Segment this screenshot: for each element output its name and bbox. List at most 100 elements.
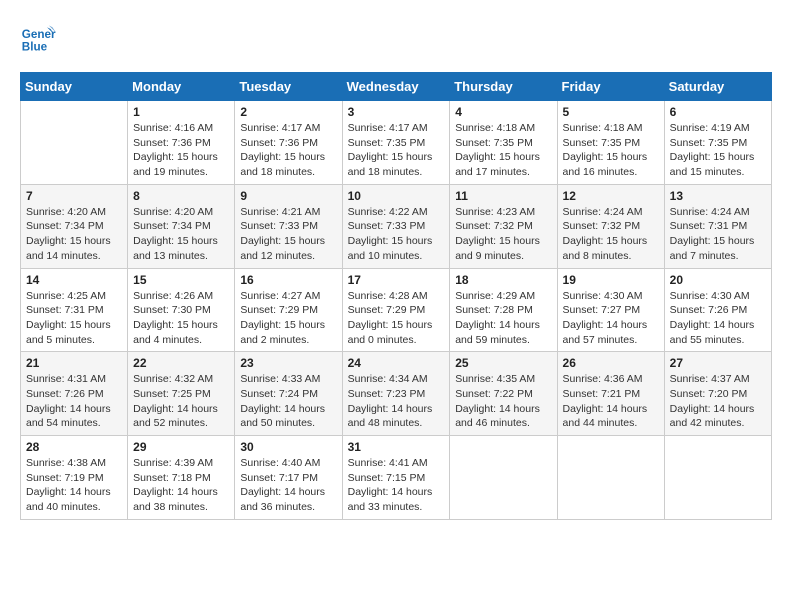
day-number: 7 [26,189,122,203]
calendar-cell: 26 Sunrise: 4:36 AM Sunset: 7:21 PM Dayli… [557,352,664,436]
day-info: Sunrise: 4:17 AM Sunset: 7:36 PM Dayligh… [240,121,336,180]
calendar-cell: 12Sunrise: 4:24 AM Sunset: 7:32 PM Dayli… [557,184,664,268]
logo-icon: General Blue [20,20,56,56]
day-number: 9 [240,189,336,203]
calendar-week-1: 1 Sunrise: 4:16 AM Sunset: 7:36 PM Daylig… [21,101,772,185]
calendar-cell: 24Sunrise: 4:34 AM Sunset: 7:23 PM Dayli… [342,352,450,436]
day-number: 8 [133,189,229,203]
day-number: 27 [670,356,766,370]
calendar-cell: 2 Sunrise: 4:17 AM Sunset: 7:36 PM Daylig… [235,101,342,185]
calendar-cell: 4 Sunrise: 4:18 AM Sunset: 7:35 PM Daylig… [450,101,557,185]
day-info: Sunrise: 4:40 AM Sunset: 7:17 PM Dayligh… [240,456,336,515]
day-info: Sunrise: 4:29 AM Sunset: 7:28 PM Dayligh… [455,289,551,348]
day-info: Sunrise: 4:32 AM Sunset: 7:25 PM Dayligh… [133,372,229,431]
day-info: Sunrise: 4:17 AM Sunset: 7:35 PM Dayligh… [348,121,445,180]
day-number: 30 [240,440,336,454]
day-info: Sunrise: 4:39 AM Sunset: 7:18 PM Dayligh… [133,456,229,515]
calendar-week-2: 7 Sunrise: 4:20 AM Sunset: 7:34 PM Daylig… [21,184,772,268]
day-info: Sunrise: 4:22 AM Sunset: 7:33 PM Dayligh… [348,205,445,264]
day-info: Sunrise: 4:38 AM Sunset: 7:19 PM Dayligh… [26,456,122,515]
calendar-header-saturday: Saturday [664,73,771,101]
calendar-cell: 27 Sunrise: 4:37 AM Sunset: 7:20 PM Dayli… [664,352,771,436]
day-info: Sunrise: 4:24 AM Sunset: 7:32 PM Dayligh… [563,205,659,264]
day-number: 20 [670,273,766,287]
day-info: Sunrise: 4:31 AM Sunset: 7:26 PM Dayligh… [26,372,122,431]
calendar-cell: 19Sunrise: 4:30 AM Sunset: 7:27 PM Dayli… [557,268,664,352]
calendar-cell: 9 Sunrise: 4:21 AM Sunset: 7:33 PM Daylig… [235,184,342,268]
day-number: 4 [455,105,551,119]
logo: General Blue [20,20,60,56]
calendar-cell: 21 Sunrise: 4:31 AM Sunset: 7:26 PM Dayli… [21,352,128,436]
calendar-cell: 5 Sunrise: 4:18 AM Sunset: 7:35 PM Daylig… [557,101,664,185]
calendar-cell: 11 Sunrise: 4:23 AM Sunset: 7:32 PM Dayli… [450,184,557,268]
day-number: 29 [133,440,229,454]
day-number: 11 [455,189,551,203]
calendar-cell: 15 Sunrise: 4:26 AM Sunset: 7:30 PM Dayli… [128,268,235,352]
calendar-week-5: 28 Sunrise: 4:38 AM Sunset: 7:19 PM Dayli… [21,436,772,520]
calendar-header-monday: Monday [128,73,235,101]
day-info: Sunrise: 4:21 AM Sunset: 7:33 PM Dayligh… [240,205,336,264]
day-info: Sunrise: 4:19 AM Sunset: 7:35 PM Dayligh… [670,121,766,180]
day-info: Sunrise: 4:30 AM Sunset: 7:27 PM Dayligh… [563,289,659,348]
calendar-cell [21,101,128,185]
calendar-table: SundayMondayTuesdayWednesdayThursdayFrid… [20,72,772,520]
day-number: 28 [26,440,122,454]
calendar-header-wednesday: Wednesday [342,73,450,101]
day-info: Sunrise: 4:28 AM Sunset: 7:29 PM Dayligh… [348,289,445,348]
calendar-cell: 29 Sunrise: 4:39 AM Sunset: 7:18 PM Dayli… [128,436,235,520]
day-number: 18 [455,273,551,287]
day-number: 24 [348,356,445,370]
calendar-cell: 8 Sunrise: 4:20 AM Sunset: 7:34 PM Daylig… [128,184,235,268]
day-number: 5 [563,105,659,119]
day-number: 10 [348,189,445,203]
calendar-header-thursday: Thursday [450,73,557,101]
page-header: General Blue [20,20,772,56]
day-number: 1 [133,105,229,119]
day-number: 17 [348,273,445,287]
day-number: 31 [348,440,445,454]
calendar-cell: 16Sunrise: 4:27 AM Sunset: 7:29 PM Dayli… [235,268,342,352]
calendar-cell: 3 Sunrise: 4:17 AM Sunset: 7:35 PM Daylig… [342,101,450,185]
calendar-week-3: 14 Sunrise: 4:25 AM Sunset: 7:31 PM Dayli… [21,268,772,352]
day-number: 6 [670,105,766,119]
day-info: Sunrise: 4:20 AM Sunset: 7:34 PM Dayligh… [133,205,229,264]
calendar-header-tuesday: Tuesday [235,73,342,101]
day-number: 26 [563,356,659,370]
day-info: Sunrise: 4:37 AM Sunset: 7:20 PM Dayligh… [670,372,766,431]
calendar-cell [557,436,664,520]
day-info: Sunrise: 4:26 AM Sunset: 7:30 PM Dayligh… [133,289,229,348]
svg-text:Blue: Blue [22,41,48,54]
day-number: 2 [240,105,336,119]
day-info: Sunrise: 4:25 AM Sunset: 7:31 PM Dayligh… [26,289,122,348]
day-info: Sunrise: 4:16 AM Sunset: 7:36 PM Dayligh… [133,121,229,180]
day-info: Sunrise: 4:18 AM Sunset: 7:35 PM Dayligh… [455,121,551,180]
day-number: 16 [240,273,336,287]
day-number: 15 [133,273,229,287]
calendar-cell: 22 Sunrise: 4:32 AM Sunset: 7:25 PM Dayli… [128,352,235,436]
calendar-cell: 6 Sunrise: 4:19 AM Sunset: 7:35 PM Daylig… [664,101,771,185]
calendar-header-sunday: Sunday [21,73,128,101]
day-number: 22 [133,356,229,370]
day-info: Sunrise: 4:33 AM Sunset: 7:24 PM Dayligh… [240,372,336,431]
day-number: 21 [26,356,122,370]
day-info: Sunrise: 4:41 AM Sunset: 7:15 PM Dayligh… [348,456,445,515]
calendar-cell: 13 Sunrise: 4:24 AM Sunset: 7:31 PM Dayli… [664,184,771,268]
day-number: 25 [455,356,551,370]
calendar-cell: 7Sunrise: 4:20 AM Sunset: 7:34 PM Daylig… [21,184,128,268]
calendar-header-friday: Friday [557,73,664,101]
calendar-cell [664,436,771,520]
calendar-cell: 14 Sunrise: 4:25 AM Sunset: 7:31 PM Dayli… [21,268,128,352]
calendar-cell: 10 Sunrise: 4:22 AM Sunset: 7:33 PM Dayli… [342,184,450,268]
day-info: Sunrise: 4:24 AM Sunset: 7:31 PM Dayligh… [670,205,766,264]
day-info: Sunrise: 4:35 AM Sunset: 7:22 PM Dayligh… [455,372,551,431]
calendar-cell: 25 Sunrise: 4:35 AM Sunset: 7:22 PM Dayli… [450,352,557,436]
day-info: Sunrise: 4:23 AM Sunset: 7:32 PM Dayligh… [455,205,551,264]
day-number: 3 [348,105,445,119]
calendar-cell: 20Sunrise: 4:30 AM Sunset: 7:26 PM Dayli… [664,268,771,352]
day-info: Sunrise: 4:36 AM Sunset: 7:21 PM Dayligh… [563,372,659,431]
calendar-cell: 1 Sunrise: 4:16 AM Sunset: 7:36 PM Daylig… [128,101,235,185]
day-info: Sunrise: 4:18 AM Sunset: 7:35 PM Dayligh… [563,121,659,180]
calendar-cell: 18 Sunrise: 4:29 AM Sunset: 7:28 PM Dayli… [450,268,557,352]
day-number: 14 [26,273,122,287]
day-number: 13 [670,189,766,203]
